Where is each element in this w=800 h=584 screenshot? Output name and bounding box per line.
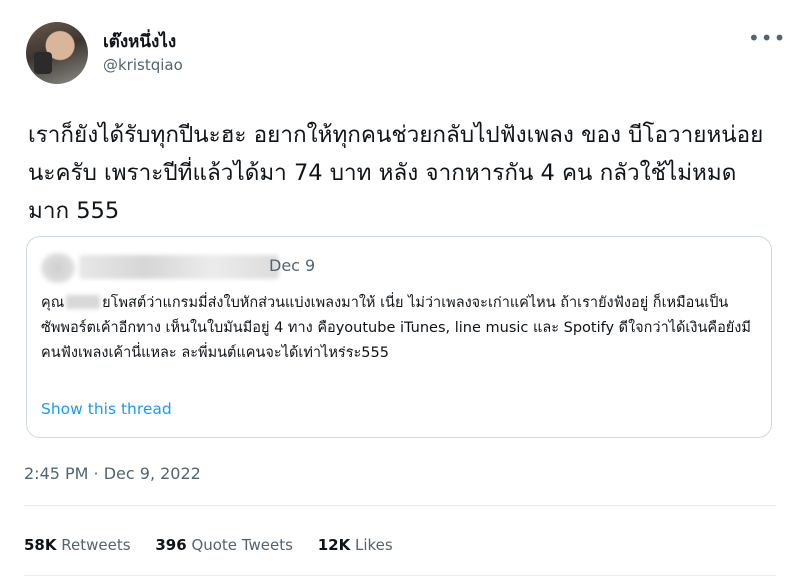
more-options-icon[interactable]: •••	[748, 26, 786, 50]
show-thread-link[interactable]: Show this thread	[41, 400, 172, 418]
tweet-timestamp[interactable]: 2:45 PM · Dec 9, 2022	[24, 464, 201, 483]
quotes-count: 396	[155, 536, 187, 554]
quote-date: Dec 9	[269, 256, 316, 275]
author-display-name[interactable]: เต๊งหนึ่งไง	[103, 28, 176, 55]
likes-count: 12K	[317, 536, 351, 554]
quote-author-blurred	[79, 255, 279, 279]
retweets-label: Retweets	[61, 536, 131, 554]
author-handle[interactable]: @kristqiao	[103, 56, 183, 74]
quote-text-start: คุณ	[41, 295, 65, 311]
likes-stat[interactable]: 12K Likes	[318, 536, 393, 554]
engagement-stats: 58K Retweets 396 Quote Tweets 12K Likes	[24, 536, 413, 554]
quote-tweet-card[interactable]: Dec 9 คุณ ยโพสต์ว่าแกรมมี่ส่งใบหักส่วนแบ่…	[26, 236, 772, 438]
quote-tweets-stat[interactable]: 396 Quote Tweets	[155, 536, 293, 554]
likes-label: Likes	[354, 536, 393, 554]
quotes-label: Quote Tweets	[191, 536, 293, 554]
avatar[interactable]	[26, 22, 88, 84]
divider	[24, 575, 776, 576]
retweets-count: 58K	[24, 536, 57, 554]
quote-text: คุณ ยโพสต์ว่าแกรมมี่ส่งใบหักส่วนแบ่งเพลงม…	[41, 291, 757, 366]
quote-text-rest: ยโพสต์ว่าแกรมมี่ส่งใบหักส่วนแบ่งเพลงมาให…	[41, 295, 751, 361]
quote-avatar-blurred	[41, 253, 75, 283]
divider	[24, 505, 776, 506]
tweet-text: เราก็ยังได้รับทุกปีนะฮะ อยากให้ทุกคนช่วย…	[28, 122, 764, 224]
censored-blur	[66, 295, 101, 309]
retweets-stat[interactable]: 58K Retweets	[24, 536, 131, 554]
phone-icon	[34, 52, 52, 74]
